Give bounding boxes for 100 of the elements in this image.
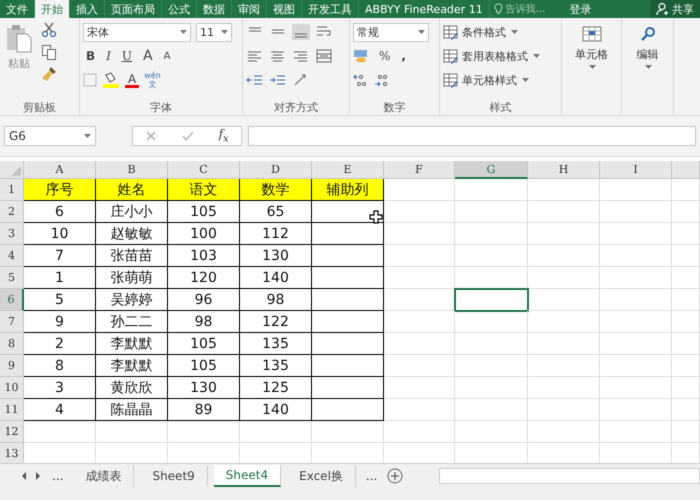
table-cell: 张苗苗 — [96, 245, 168, 267]
shrink-font-button[interactable]: A — [160, 50, 174, 62]
caret-icon — [84, 134, 91, 138]
style-menu-button[interactable]: 单元格样式 — [443, 70, 558, 90]
scroll-left-icon[interactable] — [20, 471, 28, 481]
style-menu-button[interactable]: 条件格式 — [443, 22, 558, 42]
style-menu-button[interactable]: 套用表格格式 — [443, 46, 558, 66]
formula-input[interactable] — [248, 126, 696, 146]
merge-cells-icon[interactable] — [315, 48, 333, 64]
row-header[interactable]: 5 — [0, 267, 24, 289]
row-header[interactable]: 9 — [0, 355, 24, 377]
row-header[interactable]: 2 — [0, 201, 24, 223]
column-header[interactable]: A — [24, 161, 96, 179]
row-header[interactable]: 6 — [0, 289, 24, 311]
increase-decimal-icon[interactable] — [353, 73, 369, 87]
caret-icon — [645, 65, 652, 69]
sheet-tab[interactable]: Sheet9 — [140, 466, 208, 486]
comma-button[interactable]: , — [398, 49, 409, 63]
table-cell — [384, 267, 455, 289]
group-label: 剪贴板 — [23, 100, 56, 114]
table-cell: 姓名 — [96, 179, 168, 201]
table-cell — [672, 201, 700, 223]
grow-font-button[interactable]: A — [140, 48, 156, 64]
table-style-icon — [443, 48, 459, 64]
column-header[interactable]: I — [600, 161, 672, 179]
table-cell — [600, 201, 672, 223]
caret-icon — [180, 30, 187, 34]
font-name-field[interactable]: 宋体 — [83, 22, 191, 42]
name-box[interactable]: G6 — [4, 126, 96, 146]
row-header[interactable]: 3 — [0, 223, 24, 245]
table-cell: 135 — [240, 355, 312, 377]
row-header[interactable]: 8 — [0, 333, 24, 355]
cells-icon — [580, 24, 602, 44]
border-icon[interactable] — [83, 73, 97, 87]
italic-button[interactable]: I — [103, 49, 114, 63]
check-icon[interactable] — [182, 130, 194, 142]
row-header[interactable]: 11 — [0, 399, 24, 421]
row-header[interactable]: 13 — [0, 443, 24, 463]
table-cell: 孙二二 — [96, 311, 168, 333]
scissors-icon[interactable] — [41, 22, 57, 38]
percent-button[interactable]: % — [376, 49, 394, 63]
decrease-decimal-icon[interactable] — [374, 73, 390, 87]
copy-icon[interactable] — [41, 44, 57, 60]
column-header[interactable]: F — [384, 161, 455, 179]
bold-button[interactable]: B — [83, 49, 98, 63]
table-cell: 98 — [168, 311, 240, 333]
table-cell — [600, 245, 672, 267]
table-cell — [600, 311, 672, 333]
underline-button[interactable]: U — [118, 49, 136, 63]
table-cell — [672, 289, 700, 311]
brush-icon[interactable] — [41, 66, 57, 82]
login-link[interactable]: 登录 — [562, 0, 600, 18]
horizontal-scrollbar[interactable] — [439, 468, 700, 484]
add-sheet-icon[interactable] — [387, 468, 404, 484]
row-header[interactable]: 4 — [0, 245, 24, 267]
table-cell: 庄小小 — [96, 201, 168, 223]
row-header[interactable]: 10 — [0, 377, 24, 399]
table-cell — [600, 223, 672, 245]
ribbon-tab[interactable]: 开始 — [35, 0, 70, 18]
row-header[interactable]: 1 — [0, 179, 24, 201]
share-button[interactable]: 共享 — [650, 0, 700, 18]
phonetic-button[interactable]: wén 文 — [144, 71, 161, 89]
table-cell: 89 — [168, 399, 240, 421]
table-cell: 李默默 — [96, 355, 168, 377]
table-cell — [672, 377, 700, 399]
column-header[interactable]: H — [528, 161, 600, 179]
table-cell: 105 — [168, 355, 240, 377]
align-icon[interactable] — [292, 24, 310, 40]
column-header[interactable]: G — [455, 161, 528, 179]
editing-button[interactable]: 编辑 — [625, 18, 670, 99]
table-cell: 语文 — [168, 179, 240, 201]
table-cell — [600, 289, 672, 311]
font-color-button[interactable]: A — [125, 72, 140, 88]
more-sheets-button[interactable]: ... — [48, 469, 68, 483]
row-header[interactable]: 7 — [0, 311, 24, 333]
column-header[interactable]: D — [240, 161, 312, 179]
table-cell: 辅助列 — [312, 179, 384, 201]
table-cell — [600, 399, 672, 421]
table-cell: 序号 — [24, 179, 96, 201]
selected-cell[interactable] — [455, 289, 528, 311]
more-sheets-button[interactable]: ... — [362, 469, 382, 483]
number-format-field[interactable]: 常规 — [353, 22, 429, 42]
table-cell — [168, 421, 240, 443]
table-cell: 122 — [240, 311, 312, 333]
row-header[interactable]: 12 — [0, 421, 24, 443]
font-size-field[interactable]: 11 — [196, 22, 232, 42]
insert-function-button[interactable]: f$_{x}$ — [218, 127, 229, 145]
fill-color-icon[interactable] — [102, 72, 120, 88]
table-cell: 130 — [168, 377, 240, 399]
cells-button[interactable]: 单元格 — [565, 18, 618, 99]
table-cell — [240, 421, 312, 443]
column-header[interactable]: B — [96, 161, 168, 179]
table-cell — [672, 311, 700, 333]
column-header[interactable]: C — [168, 161, 240, 179]
table-cell: 112 — [240, 223, 312, 245]
scroll-right-icon[interactable] — [34, 471, 42, 481]
tell-me-field[interactable]: 告诉我... — [506, 4, 554, 14]
table-cell — [384, 245, 455, 267]
column-header[interactable]: E — [312, 161, 384, 179]
sheet-tab[interactable]: Sheet4 — [214, 465, 282, 487]
